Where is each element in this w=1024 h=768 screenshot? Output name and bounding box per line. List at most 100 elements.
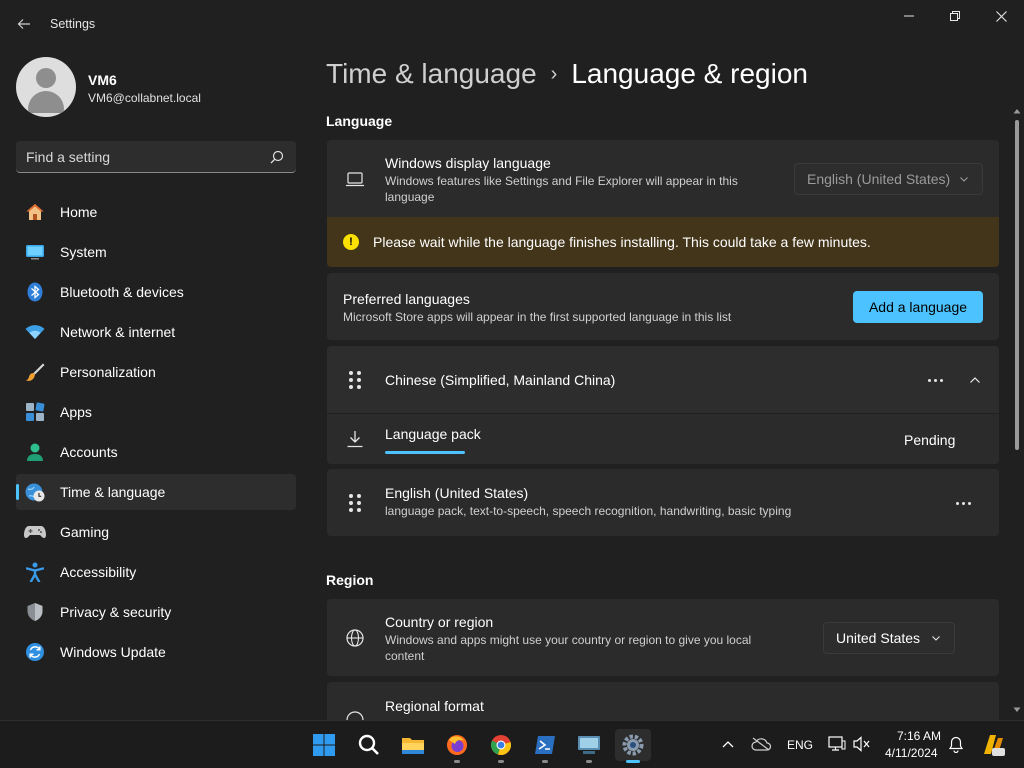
sidebar-item-windows-update[interactable]: Windows Update [16, 634, 296, 670]
taskbar-firefox[interactable] [439, 729, 475, 763]
sidebar-item-personalization[interactable]: Personalization [16, 354, 296, 390]
taskbar-remote-desktop[interactable] [571, 729, 607, 763]
sidebar-item-label: Personalization [60, 364, 156, 380]
copilot-pre-icon[interactable] [980, 732, 1006, 758]
display-language-title: Windows display language [385, 155, 551, 171]
search-input[interactable] [26, 141, 266, 172]
country-region-dropdown[interactable]: United States [823, 622, 955, 654]
taskbar-settings[interactable] [615, 729, 651, 763]
language-pack-row: Language pack Pending [327, 414, 999, 464]
wifi-icon [24, 321, 46, 343]
volume-muted-icon[interactable] [853, 736, 871, 752]
sidebar-item-home[interactable]: Home [16, 194, 296, 230]
sidebar-item-gaming[interactable]: Gaming [16, 514, 296, 550]
gamepad-icon [24, 521, 46, 543]
sidebar-item-accounts[interactable]: Accounts [16, 434, 296, 470]
sidebar-item-apps[interactable]: Apps [16, 394, 296, 430]
search-box[interactable] [16, 141, 296, 173]
language-item-chinese[interactable]: Chinese (Simplified, Mainland China) [327, 346, 999, 413]
language-description: language pack, text-to-speech, speech re… [385, 504, 792, 518]
taskbar-powershell[interactable] [527, 729, 563, 763]
avatar [16, 57, 76, 117]
sidebar-item-label: Apps [60, 404, 92, 420]
chevron-down-icon [960, 177, 968, 182]
system-icon [24, 241, 46, 263]
scroll-up-icon[interactable] [1013, 108, 1021, 114]
onedrive-icon[interactable] [751, 737, 771, 751]
bluetooth-icon [24, 281, 46, 303]
page-title: Language & region [571, 58, 808, 89]
clock-time[interactable]: 7:16 AM [897, 729, 941, 743]
preferred-languages-title: Preferred languages [343, 291, 470, 307]
scroll-thumb[interactable] [1015, 120, 1019, 450]
restore-button[interactable] [943, 6, 967, 26]
sidebar-item-label: Bluetooth & devices [60, 284, 184, 300]
preferred-languages-description: Microsoft Store apps will appear in the … [343, 310, 732, 324]
taskbar-file-explorer[interactable] [395, 729, 431, 761]
language-pack-progress [385, 451, 465, 454]
minimize-icon [904, 15, 914, 17]
scroll-down-icon[interactable] [1013, 707, 1021, 713]
clock-date[interactable]: 4/11/2024 [885, 746, 938, 760]
search-icon[interactable] [270, 150, 284, 164]
taskbar-start-button[interactable] [306, 729, 342, 761]
sidebar-item-bluetooth[interactable]: Bluetooth & devices [16, 274, 296, 310]
sidebar-item-label: Accounts [60, 444, 118, 460]
back-button[interactable] [12, 12, 36, 36]
close-icon [995, 10, 1007, 22]
back-arrow-icon [17, 19, 30, 29]
sidebar-item-label: Windows Update [60, 644, 166, 660]
taskbar-search-button[interactable] [351, 729, 387, 761]
brush-icon [24, 361, 46, 383]
sidebar-item-network[interactable]: Network & internet [16, 314, 296, 350]
window-title: Settings [50, 17, 96, 31]
sidebar-item-time-language[interactable]: Time & language [16, 474, 296, 510]
download-icon [345, 429, 365, 449]
sidebar-item-accessibility[interactable]: Accessibility [16, 554, 296, 590]
language-name: English (United States) [385, 485, 529, 501]
search-icon [358, 734, 379, 755]
minimize-button[interactable] [897, 6, 921, 26]
user-profile[interactable]: VM6 VM6@collabnet.local [16, 57, 201, 117]
more-options-button[interactable] [949, 493, 977, 513]
display-language-dropdown[interactable]: English (United States) [794, 163, 983, 195]
language-pack-label: Language pack [385, 426, 481, 442]
sidebar-item-label: Accessibility [60, 564, 137, 580]
globe-icon [345, 628, 365, 648]
remote-desktop-icon [578, 736, 600, 754]
home-icon [24, 201, 46, 223]
chevron-up-icon[interactable] [968, 373, 982, 387]
sidebar-item-privacy[interactable]: Privacy & security [16, 594, 296, 630]
display-language-description: Windows features like Settings and File … [385, 174, 738, 204]
settings-gear-icon [622, 734, 644, 756]
scrollbar[interactable] [1013, 108, 1021, 720]
taskbar-chrome[interactable] [483, 729, 519, 763]
title-bar: Settings [0, 0, 1024, 48]
network-monitor-icon[interactable] [828, 736, 846, 752]
section-title-language: Language [326, 113, 393, 129]
input-language-indicator[interactable]: ENG [787, 738, 813, 752]
language-pack-status: Pending [904, 432, 956, 448]
restore-icon [950, 11, 960, 21]
country-region-card: Country or region Windows and apps might… [327, 599, 999, 676]
chrome-icon [490, 735, 511, 755]
accessibility-icon [24, 561, 46, 583]
sidebar-item-label: Network & internet [60, 324, 176, 340]
profile-name: VM6 [88, 72, 117, 88]
tray-overflow-chevron-icon[interactable] [722, 739, 734, 749]
close-button[interactable] [989, 6, 1013, 26]
language-item-english[interactable]: English (United States) language pack, t… [327, 469, 999, 536]
display-language-card: Windows display language Windows feature… [327, 140, 999, 217]
drag-handle-icon[interactable] [349, 371, 361, 389]
add-language-button[interactable]: Add a language [853, 291, 983, 323]
breadcrumb-parent[interactable]: Time & language [326, 58, 537, 89]
display-language-value: English (United States) [807, 171, 951, 187]
more-options-button[interactable] [921, 370, 949, 390]
drag-handle-icon[interactable] [349, 494, 361, 512]
sidebar-item-system[interactable]: System [16, 234, 296, 270]
time-language-icon [24, 481, 46, 503]
notification-bell-icon[interactable] [948, 736, 964, 753]
warning-icon: ! [343, 234, 359, 250]
profile-email: VM6@collabnet.local [88, 91, 201, 105]
sidebar-item-label: Home [60, 204, 98, 220]
